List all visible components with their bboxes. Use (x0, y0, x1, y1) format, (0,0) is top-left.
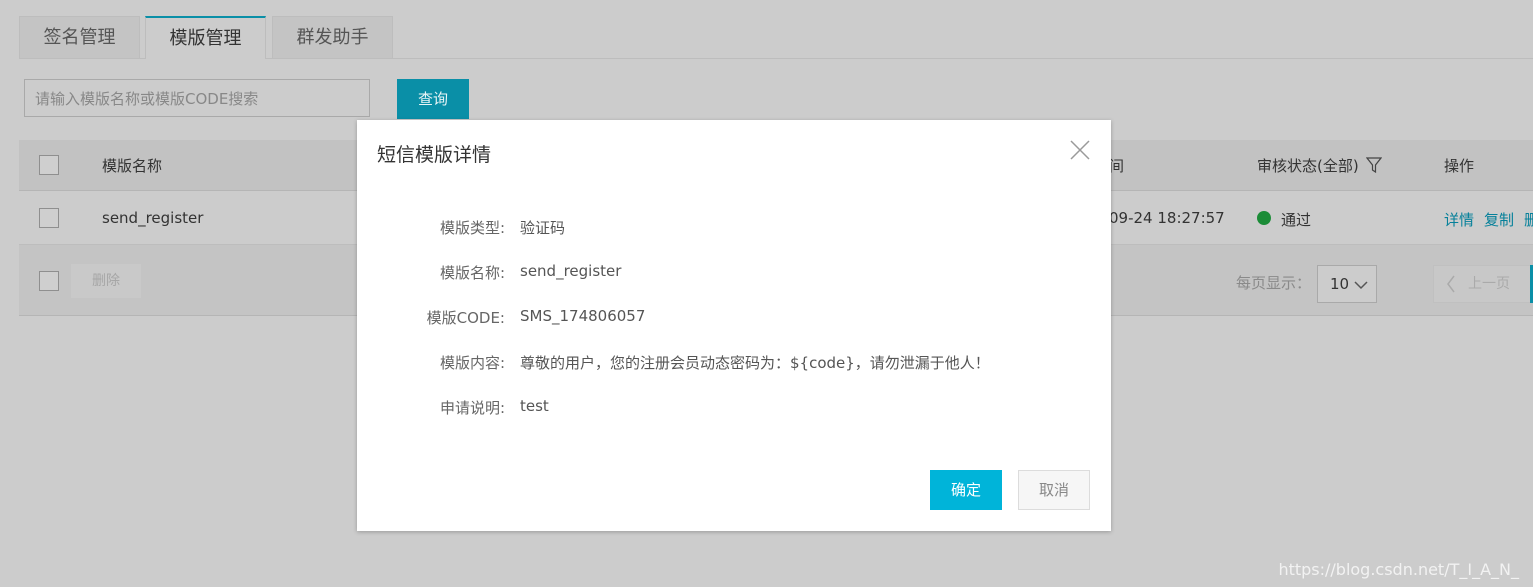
prev-page-button[interactable]: 上一页 (1433, 265, 1533, 303)
search-input[interactable]: 请输入模版名称或模版CODE搜索 (24, 79, 370, 117)
header-status[interactable]: 审核状态(全部) (1257, 155, 1382, 176)
confirm-button[interactable]: 确定 (930, 470, 1002, 510)
detail-label: 申请说明: (439, 399, 505, 417)
header-name: 模版名称 (102, 157, 163, 175)
detail-link[interactable]: 详情 (1444, 209, 1474, 230)
detail-value: test (520, 397, 549, 415)
tab-bulk-send[interactable]: 群发助手 (272, 16, 393, 58)
detail-label: 模版类型: (439, 219, 505, 237)
close-icon[interactable] (1069, 139, 1091, 161)
page-size-value: 10 (1330, 275, 1350, 293)
copy-link[interactable]: 复制 (1484, 209, 1514, 230)
detail-row-name: 模版名称: send_register (357, 262, 1111, 282)
delete-link[interactable]: 删 (1524, 209, 1533, 230)
row-status: 通过 (1281, 211, 1312, 229)
filter-icon[interactable] (1365, 157, 1382, 174)
tab-template[interactable]: 模版管理 (145, 16, 266, 59)
page-size-label: 每页显示： (1236, 274, 1312, 292)
footer-select-all-checkbox[interactable] (39, 271, 59, 291)
detail-value: 尊敬的用户，您的注册会员动态密码为：${code}，请勿泄漏于他人！ (520, 354, 990, 372)
cancel-button[interactable]: 取消 (1018, 470, 1090, 510)
row-name: send_register (102, 209, 204, 227)
header-status-label: 审核状态(全部) (1257, 157, 1359, 175)
detail-value: send_register (520, 262, 622, 280)
status-dot-icon (1257, 211, 1271, 225)
detail-row-note: 申请说明: test (357, 397, 1111, 417)
detail-label: 模版名称: (439, 264, 505, 282)
detail-label: 模版CODE: (426, 309, 505, 327)
page-size-select[interactable]: 10 (1317, 265, 1377, 303)
detail-label: 模版内容: (439, 354, 505, 372)
chevron-down-icon (1354, 281, 1368, 290)
header-actions: 操作 (1444, 157, 1475, 175)
detail-value: 验证码 (520, 219, 566, 237)
query-button[interactable]: 查询 (397, 79, 469, 119)
prev-page-label: 上一页 (1468, 276, 1510, 292)
detail-row-content: 模版内容: 尊敬的用户，您的注册会员动态密码为：${code}，请勿泄漏于他人！ (357, 352, 1111, 372)
header-time: 间 (1109, 157, 1125, 175)
watermark: https://blog.csdn.net/T_I_A_N_ (1278, 560, 1519, 579)
dialog-title: 短信模版详情 (377, 144, 492, 166)
template-detail-dialog: 短信模版详情 模版类型: 验证码 模版名称: send_register 模版C… (357, 120, 1111, 531)
detail-value: SMS_174806057 (520, 307, 646, 325)
chevron-left-icon (1447, 275, 1455, 293)
select-all-checkbox[interactable] (39, 155, 59, 175)
detail-row-type: 模版类型: 验证码 (357, 217, 1111, 237)
row-time: 09-24 18:27:57 (1109, 209, 1225, 227)
tab-bar: 签名管理 模版管理 群发助手 (19, 16, 1533, 59)
tab-signature[interactable]: 签名管理 (19, 16, 140, 58)
detail-row-code: 模版CODE: SMS_174806057 (357, 307, 1111, 327)
bulk-delete-button[interactable]: 删除 (71, 264, 141, 298)
row-checkbox[interactable] (39, 208, 59, 228)
